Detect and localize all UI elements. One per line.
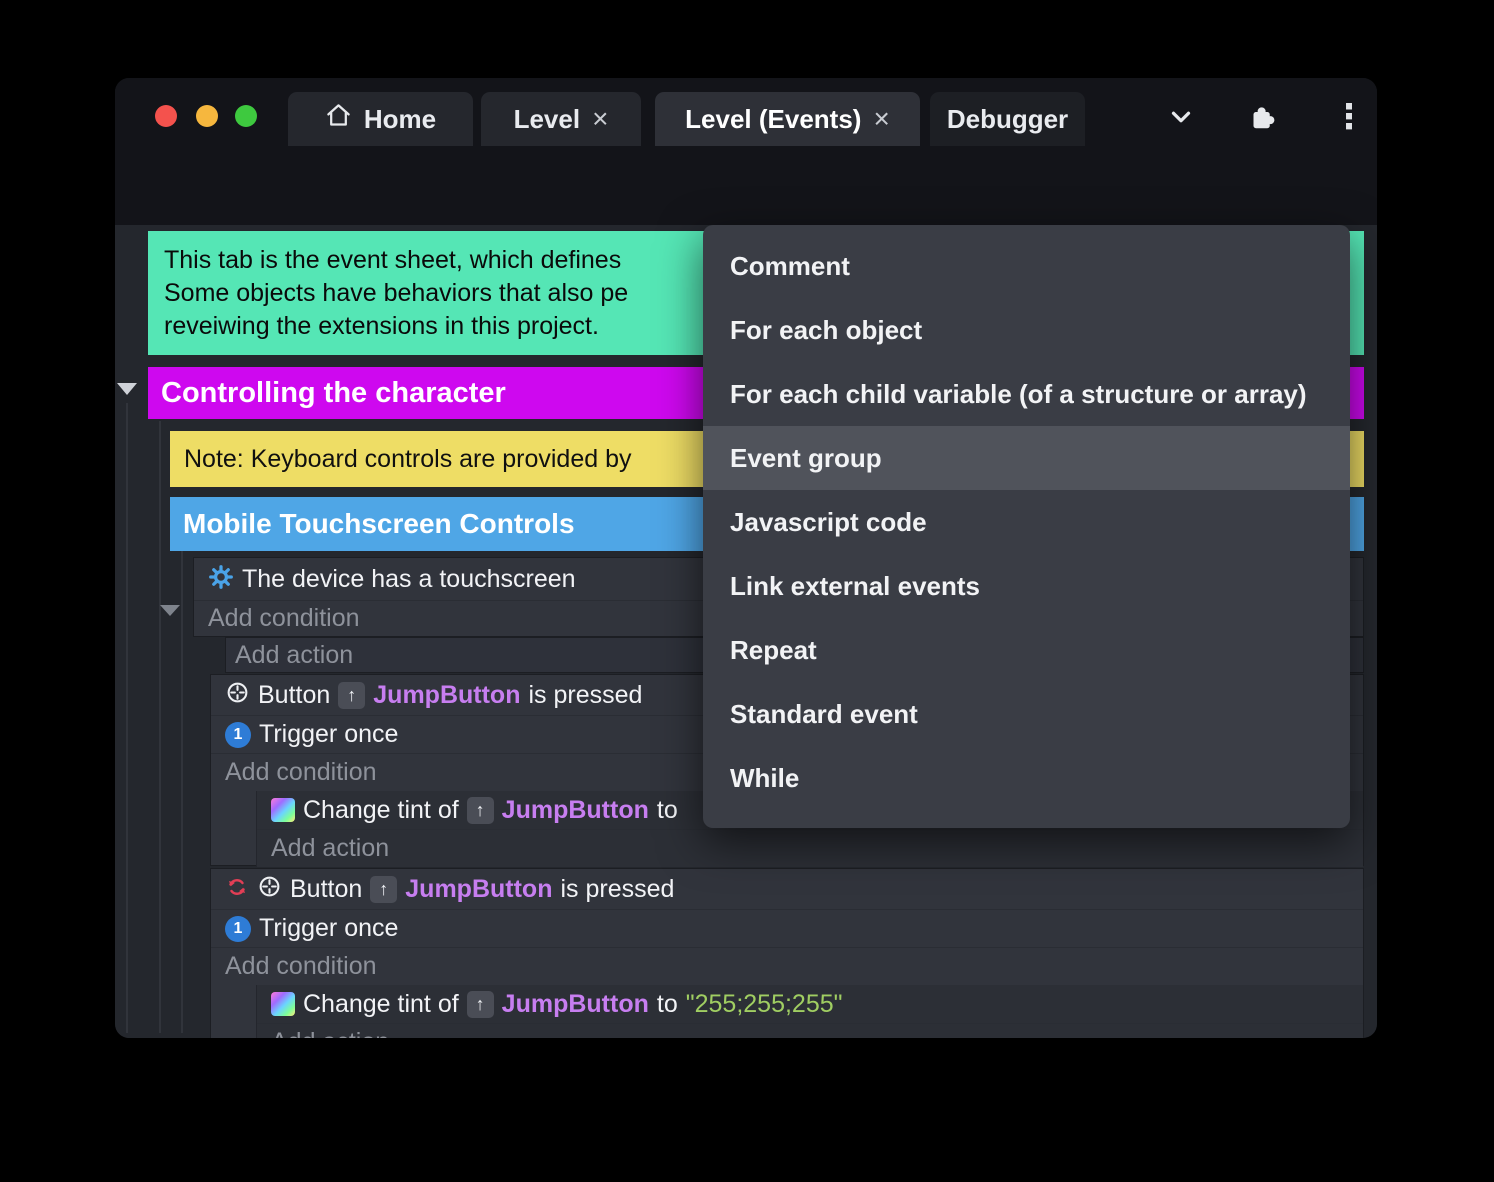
tab-label: Level (513, 103, 581, 134)
kebab-menu-icon[interactable]: ⋮ (1331, 98, 1367, 136)
gear-icon (208, 564, 234, 595)
zoom-window-button[interactable] (235, 105, 257, 127)
tint-color-icon (271, 798, 295, 822)
title-bar: Home Level × Level (Events) × Debugger ⋮ (115, 78, 1377, 146)
tint-color-icon (271, 992, 295, 1016)
home-icon (325, 102, 352, 136)
condition-text: is pressed (560, 874, 675, 903)
action-text: Change tint of (303, 795, 459, 824)
add-condition-row[interactable]: Add condition (211, 947, 1363, 985)
condition-row[interactable]: Button ↑ JumpButton is pressed (211, 869, 1363, 909)
menu-item-link-external-events[interactable]: Link external events (703, 554, 1350, 618)
tab-home[interactable]: Home (288, 92, 473, 146)
action-row[interactable]: Change tint of ↑ JumpButton to "255;255;… (257, 985, 1363, 1023)
object-thumbnail-icon: ↑ (466, 990, 494, 1018)
object-name: JumpButton (501, 989, 649, 1018)
add-event-context-menu: Comment For each object For each child v… (703, 225, 1350, 828)
action-value: "255;255;255" (685, 989, 843, 1018)
object-name: JumpButton (373, 680, 521, 709)
tab-level-events[interactable]: Level (Events) × (655, 92, 920, 146)
menu-item-comment[interactable]: Comment (703, 234, 1350, 298)
tree-guide-line (126, 403, 128, 1033)
tab-label: Level (Events) (685, 103, 862, 134)
condition-text: is pressed (528, 680, 643, 709)
chevron-down-icon[interactable] (1163, 100, 1199, 134)
event-jumpbutton-pressed-2[interactable]: Button ↑ JumpButton is pressed 1 Trigger… (210, 868, 1364, 1038)
menu-item-javascript-code[interactable]: Javascript code (703, 490, 1350, 554)
condition-text: Button (290, 874, 363, 903)
condition-text: The device has a touchscreen (242, 564, 576, 593)
object-name: JumpButton (501, 795, 649, 824)
add-action-link[interactable]: Add action (271, 1028, 389, 1038)
add-condition-link[interactable]: Add condition (208, 604, 360, 633)
add-action-link[interactable]: Add action (235, 641, 353, 670)
minimize-window-button[interactable] (196, 105, 218, 127)
add-action-row[interactable]: Add action (257, 1023, 1363, 1038)
trigger-once-icon: 1 (225, 721, 251, 748)
toolbar (115, 146, 1377, 282)
condition-text: Trigger once (259, 914, 399, 942)
tree-guide-line (159, 421, 161, 1033)
add-condition-link[interactable]: Add condition (225, 758, 377, 787)
tree-guide-line (181, 551, 183, 1033)
tab-label: Home (363, 103, 437, 134)
action-text: to (656, 989, 678, 1018)
condition-row[interactable]: 1 Trigger once (211, 909, 1363, 947)
condition-text: Trigger once (259, 720, 399, 748)
tab-debugger[interactable]: Debugger (930, 92, 1085, 146)
collapse-group-triangle[interactable] (117, 383, 137, 395)
gamepad-button-icon (257, 874, 282, 904)
group-title: Mobile Touchscreen Controls (183, 508, 575, 539)
group-title: Controlling the character (161, 376, 506, 409)
condition-text: Button (258, 680, 331, 709)
add-action-link[interactable]: Add action (271, 834, 389, 863)
app-window: Home Level × Level (Events) × Debugger ⋮ (115, 78, 1377, 1038)
note-text: Note: Keyboard controls are provided by (184, 444, 632, 473)
action-text: Change tint of (303, 989, 459, 1018)
menu-item-for-each-object[interactable]: For each object (703, 298, 1350, 362)
add-condition-link[interactable]: Add condition (225, 952, 377, 981)
extensions-puzzle-icon[interactable] (1243, 100, 1279, 134)
menu-item-while[interactable]: While (703, 746, 1350, 810)
object-name: JumpButton (405, 874, 553, 903)
invert-condition-icon (225, 875, 249, 904)
object-thumbnail-icon: ↑ (338, 681, 366, 709)
tab-label: Debugger (946, 103, 1069, 134)
tab-level[interactable]: Level × (481, 92, 641, 146)
gamepad-button-icon (225, 680, 250, 710)
trigger-once-icon: 1 (225, 915, 251, 942)
close-tab-icon[interactable]: × (592, 105, 608, 133)
action-text: to (656, 795, 678, 824)
collapse-event-triangle[interactable] (160, 605, 180, 616)
actions-column: Change tint of ↑ JumpButton to "255;255;… (256, 985, 1363, 1038)
menu-item-repeat[interactable]: Repeat (703, 618, 1350, 682)
menu-item-standard-event[interactable]: Standard event (703, 682, 1350, 746)
object-thumbnail-icon: ↑ (370, 875, 398, 903)
add-action-row[interactable]: Add action (257, 829, 1363, 867)
close-tab-icon[interactable]: × (873, 105, 889, 133)
close-window-button[interactable] (155, 105, 177, 127)
menu-item-for-each-child-variable[interactable]: For each child variable (of a structure … (703, 362, 1350, 426)
menu-item-event-group[interactable]: Event group (703, 426, 1350, 490)
object-thumbnail-icon: ↑ (466, 796, 494, 824)
